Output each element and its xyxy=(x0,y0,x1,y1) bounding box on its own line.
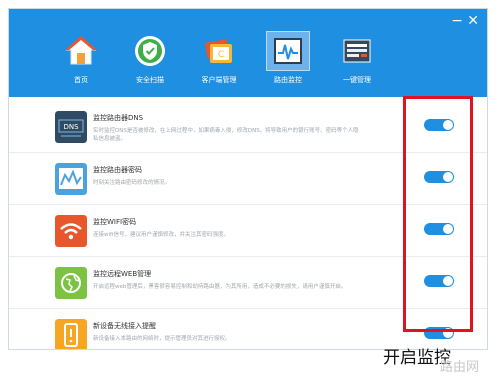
watermark: 路由网 xyxy=(440,360,480,375)
dns-icon-text: DNS xyxy=(63,123,79,131)
svg-text:C: C xyxy=(218,50,224,60)
minimize-button[interactable]: − xyxy=(451,13,463,29)
nav-item-client-manage[interactable]: C 客户端管理 xyxy=(187,31,251,95)
close-button[interactable]: ✕ xyxy=(467,13,479,29)
chart-monitor-icon xyxy=(55,163,87,195)
nav-label-client-manage: 客户端管理 xyxy=(201,76,237,84)
row-desc-router-password: 时刻关注路由密码修改的情况。 xyxy=(93,180,171,186)
nav-label-router-monitor: 路由监控 xyxy=(274,76,302,84)
title-bar: − ✕ 首页 安全扫描 C 客户端管理 路由监控 一键管理 xyxy=(9,9,487,97)
row-desc-new-device: 新设备接入本路由的网络时，提示管理员对其进行授权。 xyxy=(93,336,231,342)
one-key-manage-icon xyxy=(343,39,371,63)
nav-label-home: 首页 xyxy=(74,76,88,84)
nav-item-home[interactable]: 首页 xyxy=(49,31,113,95)
row-title-new-device: 新设备无线接入提醒 xyxy=(93,322,156,330)
phone-alert-icon xyxy=(55,319,87,349)
row-title-wifi-password: 监控WIFI密码 xyxy=(93,218,137,226)
toggle-highlight-box xyxy=(403,96,473,332)
row-desc-dns: 实时监控DNS是否被修改，在上网过程中，如果病毒入侵，修改DNS，将导致用户的银… xyxy=(93,128,359,142)
nav-item-one-key-manage[interactable]: 一键管理 xyxy=(325,31,389,95)
router-monitor-icon xyxy=(274,38,302,64)
globe-icon xyxy=(55,267,87,299)
dns-icon: DNS xyxy=(55,111,87,143)
shield-icon xyxy=(135,36,165,66)
wifi-icon xyxy=(55,215,87,247)
client-manage-icon: C xyxy=(204,39,232,63)
top-nav: 首页 安全扫描 C 客户端管理 路由监控 一键管理 xyxy=(9,31,487,95)
row-title-router-password: 监控路由器密码 xyxy=(93,166,142,174)
nav-label-security-scan: 安全扫描 xyxy=(136,76,164,84)
nav-item-router-monitor[interactable]: 路由监控 xyxy=(256,31,320,95)
nav-label-one-key-manage: 一键管理 xyxy=(343,76,371,84)
row-desc-remote-web: 开启远程web管理后，黑客很容易控制和劫持路由器，为其所用，造成不必要的损失，请… xyxy=(93,284,347,290)
row-title-remote-web: 监控远程WEB管理 xyxy=(93,270,152,278)
row-desc-wifi-password: 连接wifi信号，建议用户谨慎修改，并关注其密码强度。 xyxy=(93,232,229,238)
nav-item-security-scan[interactable]: 安全扫描 xyxy=(118,31,182,95)
home-icon xyxy=(65,36,97,65)
row-title-dns: 监控路由器DNS xyxy=(93,114,144,122)
